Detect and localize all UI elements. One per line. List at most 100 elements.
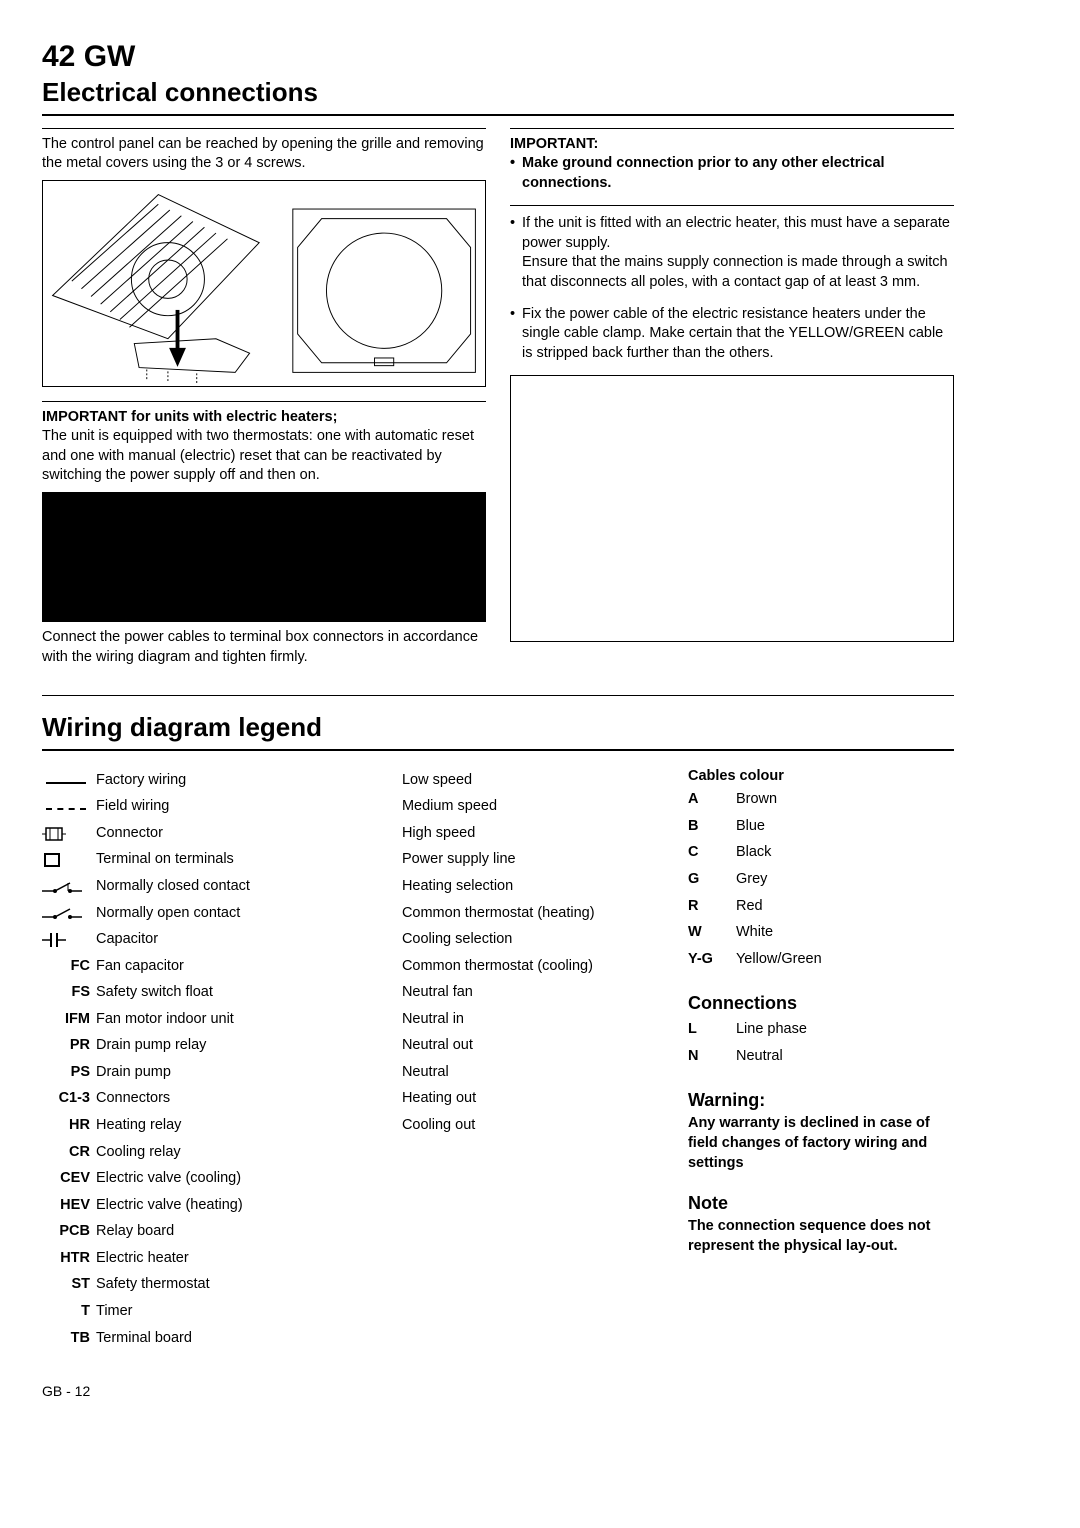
intro-text: The control panel can be reached by open… [42,135,486,174]
table-row: CBlack [688,840,828,867]
legend-row: High speed [402,820,601,847]
divider [42,114,954,116]
legend-label: Heating selection [402,873,601,900]
legend-label: Neutral in [402,1006,601,1033]
legend-label: High speed [402,820,601,847]
table-row: ABrown [688,787,828,814]
legend-label: Relay board [96,1219,256,1246]
table-row: RRed [688,893,828,920]
note-heading: Note [688,1191,954,1215]
table-row: LLine phase [688,1017,813,1044]
content-columns: The control panel can be reached by open… [42,128,954,668]
capacitor-icon [42,927,96,954]
legend-row: HTRElectric heater [42,1245,256,1272]
legend-row: Cooling out [402,1113,601,1140]
no-contact-icon [42,900,96,927]
signals-table: Low speed Medium speed High speed Power … [402,767,601,1139]
important-heaters-body: The unit is equipped with two thermostat… [42,428,474,483]
legend-row: CEVElectric valve (cooling) [42,1166,256,1193]
legend-label: Common thermostat (heating) [402,900,601,927]
legend-row: Terminal on terminals [42,847,256,874]
legend-label: Safety switch float [96,980,256,1007]
legend-row: STSafety thermostat [42,1272,256,1299]
legend-row: Neutral in [402,1006,601,1033]
legend-row: CRCooling relay [42,1139,256,1166]
warning-body: Any warranty is declined in case of fiel… [688,1114,954,1173]
model-code: 42 GW [42,40,954,75]
legend-label: Electric valve (cooling) [96,1166,256,1193]
nc-contact-icon [42,873,96,900]
legend-label: Neutral [402,1059,601,1086]
legend-label: Fan motor indoor unit [96,1006,256,1033]
legend-label: Fan capacitor [96,953,256,980]
table-row: Y-GYellow/Green [688,946,828,973]
legend-row: Cooling selection [402,927,601,954]
legend-row: C1-3Connectors [42,1086,256,1113]
important-ground-bullet: Make ground connection prior to any othe… [510,154,954,193]
legend-row: Neutral fan [402,980,601,1007]
legend-label: Heating out [402,1086,601,1113]
connections-table: LLine phase NNeutral [688,1017,813,1070]
legend-row: Neutral out [402,1033,601,1060]
legend-label: Normally open contact [96,900,256,927]
legend-row: TBTerminal board [42,1325,256,1352]
legend-row: Normally open contact [42,900,256,927]
page-footer: GB - 12 [42,1382,954,1401]
bullet-heater-supply: If the unit is fitted with an electric h… [510,214,954,292]
right-bullets: If the unit is fitted with an electric h… [510,214,954,363]
legend-columns: Factory wiring Field wiring Connector [42,767,954,1351]
legend-label: Drain pump relay [96,1033,256,1060]
legend-row: Connector [42,820,256,847]
table-row: WWhite [688,920,828,947]
legend-col-symbols: Factory wiring Field wiring Connector [42,767,382,1351]
legend-label: Electric valve (heating) [96,1192,256,1219]
legend-label: Cooling relay [96,1139,256,1166]
legend-row: PSDrain pump [42,1059,256,1086]
legend-label: Medium speed [402,794,601,821]
legend-row: Common thermostat (cooling) [402,953,601,980]
legend-label: Low speed [402,767,601,794]
terminal-box-photo [42,492,486,622]
legend-row: Common thermostat (heating) [402,900,601,927]
legend-row: Factory wiring [42,767,256,794]
table-row: NNeutral [688,1044,813,1071]
divider [42,128,486,129]
right-column: IMPORTANT: Make ground connection prior … [510,128,954,668]
legend-label: Drain pump [96,1059,256,1086]
cables-heading: Cables colour [688,767,954,787]
symbol-table: Factory wiring Field wiring Connector [42,767,256,1351]
legend-label: Power supply line [402,847,601,874]
divider [510,128,954,129]
legend-title: Wiring diagram legend [42,710,954,745]
legend-row: FSSafety switch float [42,980,256,1007]
legend-row: FCFan capacitor [42,953,256,980]
left-column: The control panel can be reached by open… [42,128,486,668]
legend-label: Timer [96,1298,256,1325]
legend-label: Field wiring [96,794,256,821]
legend-section: Wiring diagram legend Factory wiring Fie… [42,695,954,1351]
legend-label: Cooling out [402,1113,601,1140]
terminal-icon [42,847,96,874]
legend-row: Field wiring [42,794,256,821]
note-body: The connection sequence does not represe… [688,1217,954,1256]
legend-label: Cooling selection [402,927,601,954]
legend-label: Terminal board [96,1325,256,1352]
important-heaters-block: IMPORTANT for units with electric heater… [42,408,486,486]
legend-label: Common thermostat (cooling) [402,953,601,980]
legend-row: Heating selection [402,873,601,900]
legend-row: IFMFan motor indoor unit [42,1006,256,1033]
legend-row: PCBRelay board [42,1219,256,1246]
legend-label: Electric heater [96,1245,256,1272]
legend-row: HEVElectric valve (heating) [42,1192,256,1219]
legend-label: Neutral out [402,1033,601,1060]
important-heaters-heading: IMPORTANT for units with electric heater… [42,409,337,425]
table-row: BBlue [688,813,828,840]
legend-row: Normally closed contact [42,873,256,900]
legend-label: Connector [96,820,256,847]
legend-row: Medium speed [402,794,601,821]
important-block: IMPORTANT: Make ground connection prior … [510,135,954,194]
legend-row: Power supply line [402,847,601,874]
legend-label: Heating relay [96,1113,256,1140]
field-wiring-icon [42,794,96,821]
legend-label: Factory wiring [96,767,256,794]
